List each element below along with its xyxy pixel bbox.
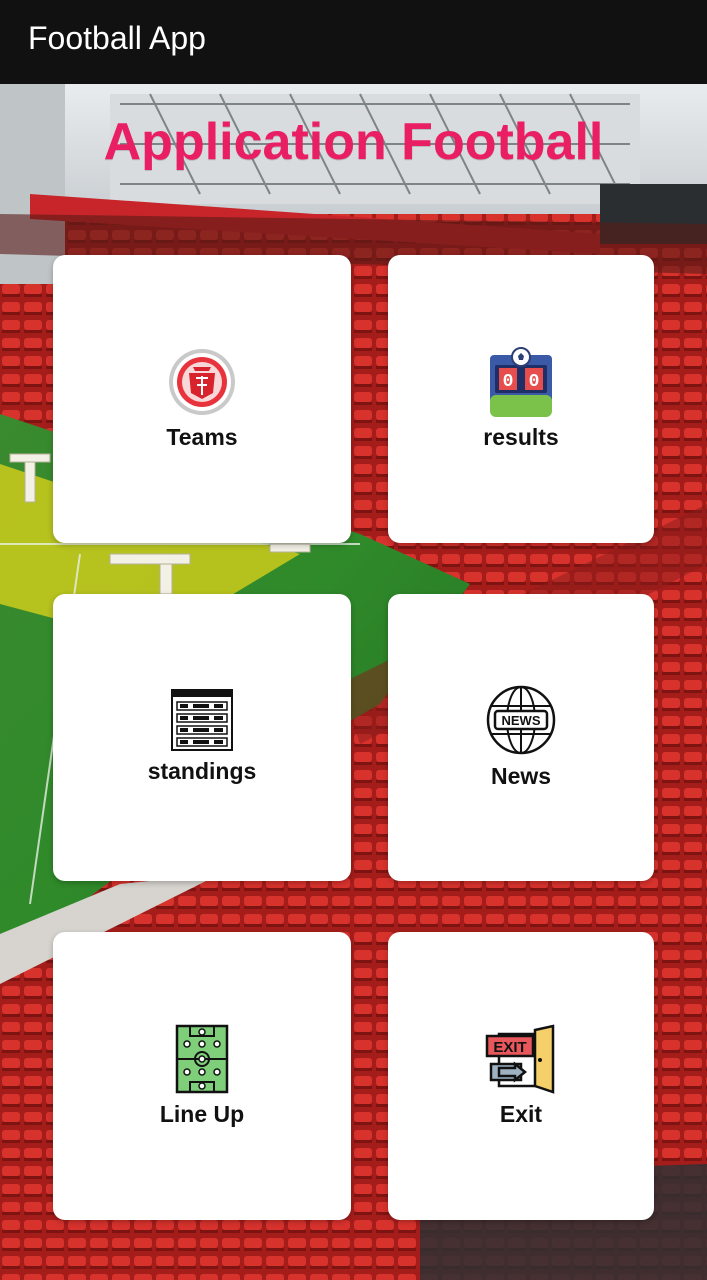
news-card[interactable]: NEWS News [388, 594, 654, 881]
news-globe-icon: NEWS [486, 685, 556, 755]
teams-card[interactable]: Teams [53, 255, 351, 543]
scoreboard-home: 0 [503, 372, 514, 392]
lineup-card[interactable]: Line Up [53, 932, 351, 1220]
news-icon-text: NEWS [502, 713, 541, 728]
news-label: News [490, 763, 552, 789]
standings-table-icon [171, 689, 233, 751]
teams-label: Teams [166, 424, 238, 450]
exit-label: Exit [499, 1101, 543, 1127]
club-crest-icon [169, 349, 235, 415]
page-headline: Application Football [103, 113, 604, 171]
scoreboard-icon: 0 0 [490, 347, 552, 417]
lineup-label: Line Up [159, 1101, 245, 1127]
app-title: Football App [28, 20, 206, 56]
standings-card[interactable]: standings [53, 594, 351, 881]
pitch-lineup-icon [175, 1024, 229, 1094]
results-card[interactable]: 0 0 results [388, 255, 654, 543]
exit-icon-text: EXIT [493, 1039, 526, 1056]
app-bar: Football App [0, 0, 707, 84]
exit-card[interactable]: EXIT Exit [388, 932, 654, 1220]
exit-door-icon: EXIT [485, 1024, 555, 1094]
standings-label: standings [147, 758, 257, 784]
results-label: results [483, 424, 559, 450]
app-screen: Football App Application Football Teams … [0, 0, 707, 1280]
scoreboard-away: 0 [529, 372, 540, 392]
